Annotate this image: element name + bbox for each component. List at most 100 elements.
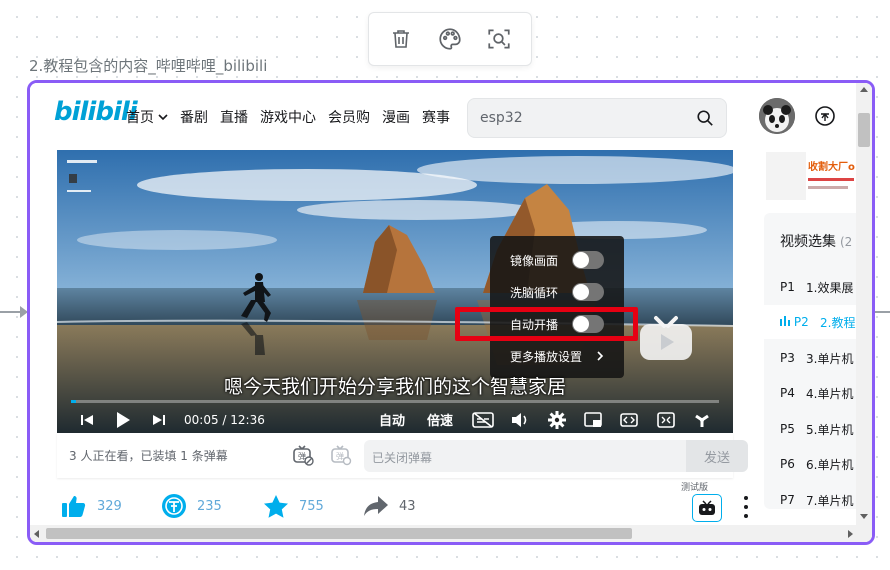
- episode-list: 视频选集 (2 P1 1.效果展 P2 2.教程 P3 3.单片机 P4 4.单片机 P5…: [764, 213, 856, 509]
- test-badge: 测试版: [681, 483, 709, 493]
- subtitle-off-button[interactable]: [470, 406, 496, 433]
- viewer-count: 3 人正在看，已装填 1 条弹幕: [69, 449, 228, 463]
- share-button[interactable]: 43: [363, 488, 416, 524]
- coin-button[interactable]: 235: [161, 488, 222, 524]
- episode-list-title: 视频选集 (2: [780, 231, 852, 251]
- trash-icon[interactable]: [384, 22, 418, 56]
- prev-button[interactable]: [75, 406, 99, 433]
- play-icon: [117, 411, 130, 428]
- skip-forward-icon: [153, 414, 165, 425]
- time-total: 12:36: [230, 413, 265, 427]
- pip-button[interactable]: [580, 406, 606, 433]
- search-icon[interactable]: [696, 109, 714, 127]
- next-button[interactable]: [147, 406, 171, 433]
- connector-arrow-icon: [0, 306, 28, 318]
- episode-item[interactable]: P6 6.单片机: [764, 447, 856, 481]
- frame-caption: 2.教程包含的内容_哔哩哔哩_bilibili: [29, 57, 268, 75]
- episode-title: 5.单片机: [806, 422, 854, 437]
- favorite-count: 755: [299, 498, 324, 514]
- more-options-button[interactable]: [741, 494, 751, 520]
- setting-mirror: 镜像画面: [490, 244, 624, 276]
- ad-thumbnail[interactable]: 收割大厂o: [764, 150, 856, 202]
- site-header: bilibili 首页 番剧 直播 游戏中心 会员购 漫画 赛事: [30, 83, 856, 153]
- danmaku-input[interactable]: 已关闭弹幕: [364, 440, 686, 472]
- search-box: [467, 98, 727, 138]
- episode-item[interactable]: P3 3.单片机: [764, 341, 856, 375]
- send-button[interactable]: 发送: [686, 440, 748, 472]
- avatar[interactable]: [759, 98, 795, 134]
- setting-mirror-label: 镜像画面: [510, 253, 559, 268]
- like-button[interactable]: 329: [61, 488, 122, 524]
- favorite-button[interactable]: 755: [263, 488, 324, 524]
- danmaku-toggle-icon[interactable]: 弹: [292, 444, 314, 466]
- nav-manga[interactable]: 漫画: [382, 107, 410, 127]
- episode-number: P4: [780, 386, 795, 400]
- episode-title: 1.效果展: [806, 280, 854, 295]
- horizontal-scrollbar[interactable]: [30, 525, 872, 542]
- episode-item[interactable]: P4 4.单片机: [764, 376, 856, 410]
- tv-mascot-icon[interactable]: [638, 312, 694, 362]
- scroll-down-icon[interactable]: [860, 514, 868, 519]
- episode-list-title-text: 视频选集: [780, 234, 836, 250]
- highlight-annotation: [455, 307, 638, 341]
- webfullscreen-button[interactable]: [653, 406, 679, 433]
- episode-number: P6: [780, 457, 795, 471]
- danmaku-settings-icon[interactable]: 弹: [330, 444, 352, 466]
- bilibili-logo[interactable]: bilibili: [54, 97, 138, 127]
- episode-number: P3: [780, 351, 795, 365]
- chevron-down-icon: [158, 114, 168, 121]
- progress-fill: [71, 400, 76, 403]
- episode-title: 6.单片机: [806, 457, 854, 472]
- subtitle-off-icon: [472, 411, 494, 428]
- svg-text:收割大厂o: 收割大厂o: [808, 160, 855, 173]
- vertical-scrollbar[interactable]: [856, 83, 872, 525]
- search-input[interactable]: [480, 110, 696, 126]
- nav-live[interactable]: 直播: [220, 107, 248, 127]
- video-subtitle: 嗯今天我们开始分享我们的这个智慧家居: [223, 376, 566, 398]
- scroll-left-icon[interactable]: [34, 530, 39, 538]
- ai-assistant-button[interactable]: [692, 494, 722, 522]
- play-button[interactable]: [109, 406, 137, 433]
- danmaku-bar: 3 人正在看，已装填 1 条弹幕 弹 弹 已关闭弹幕 发送: [57, 433, 748, 478]
- nav-anime[interactable]: 番剧: [180, 107, 208, 127]
- robot-tv-icon: [699, 500, 715, 515]
- progress-bar[interactable]: [71, 400, 719, 403]
- scroll-up-icon[interactable]: [860, 87, 868, 92]
- episode-item-active[interactable]: P2 2.教程: [764, 305, 856, 339]
- playing-bars-icon: [780, 316, 790, 326]
- zoom-focus-icon[interactable]: [482, 22, 516, 56]
- speed-button[interactable]: 倍速: [423, 406, 457, 433]
- fullscreen-button[interactable]: [689, 406, 715, 433]
- nav-mall[interactable]: 会员购: [328, 107, 370, 127]
- scroll-thumb[interactable]: [858, 113, 870, 147]
- skip-back-icon: [81, 414, 93, 425]
- auto-quality-button[interactable]: 自动: [375, 406, 409, 433]
- setting-more-label: 更多播放设置: [510, 349, 583, 364]
- episode-title: 3.单片机: [806, 351, 854, 366]
- scroll-thumb[interactable]: [46, 528, 632, 539]
- palette-icon[interactable]: [433, 22, 467, 56]
- episode-item[interactable]: P1 1.效果展: [764, 270, 856, 304]
- nav-game-center[interactable]: 游戏中心: [260, 107, 316, 127]
- episode-item[interactable]: P7 7.单片机: [764, 483, 856, 509]
- nav-esports[interactable]: 赛事: [422, 107, 450, 127]
- scroll-right-icon[interactable]: [848, 530, 853, 538]
- setting-loop: 洗脑循环: [490, 276, 624, 308]
- settings-button[interactable]: [544, 406, 570, 433]
- star-icon: [264, 494, 288, 518]
- like-count: 329: [97, 498, 122, 514]
- mirror-toggle[interactable]: [572, 251, 604, 269]
- setting-more[interactable]: 更多播放设置: [490, 340, 624, 372]
- time-display: 00:05 / 12:36: [184, 413, 265, 427]
- share-arrow-icon: [364, 496, 388, 516]
- loop-toggle[interactable]: [572, 283, 604, 301]
- video-player[interactable]: 镜像画面 洗脑循环 自动开播 更多播放设置 嗯今天我们开始分享我们的这个智慧家居…: [57, 150, 733, 433]
- episode-item[interactable]: P5 5.单片机: [764, 412, 856, 446]
- episode-title: 7.单片机: [806, 493, 854, 508]
- volume-button[interactable]: [507, 406, 533, 433]
- upload-circle-icon[interactable]: [814, 105, 836, 127]
- nav-home[interactable]: 首页: [126, 107, 168, 127]
- episode-number: P7: [780, 493, 795, 507]
- episode-title: 2.教程: [820, 315, 856, 330]
- widescreen-button[interactable]: [616, 406, 642, 433]
